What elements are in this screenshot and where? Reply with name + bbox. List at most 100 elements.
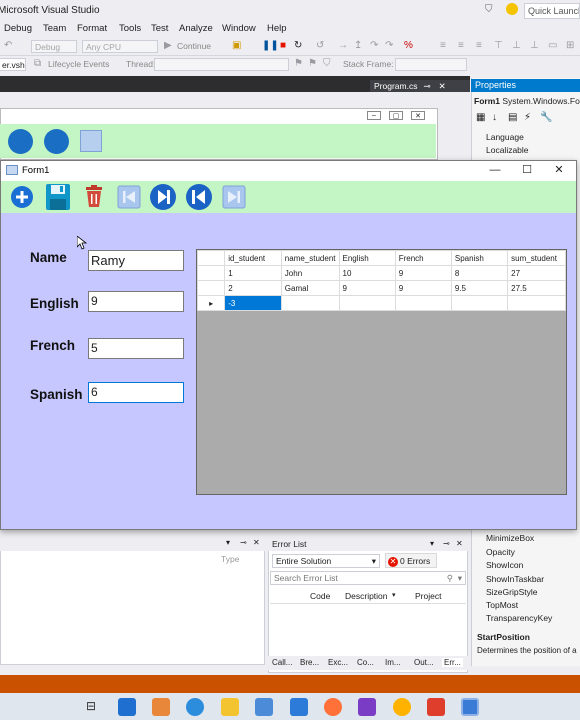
app-icon[interactable] xyxy=(290,698,308,716)
cell-id-student[interactable]: 1 xyxy=(224,265,282,281)
file-explorer-icon[interactable] xyxy=(221,698,239,716)
row-header[interactable] xyxy=(196,280,226,296)
continue-icon[interactable]: ▶ xyxy=(164,40,172,51)
thread-dropdown[interactable] xyxy=(154,58,289,71)
mail-icon[interactable] xyxy=(118,698,136,716)
english-textbox[interactable]: 9 xyxy=(88,291,184,312)
row-header[interactable] xyxy=(196,265,226,281)
menu-test[interactable]: Test xyxy=(151,23,168,34)
filter-icon[interactable]: ⛉ xyxy=(485,4,493,15)
errors-filter-button[interactable]: ✕ 0 Errors xyxy=(385,553,437,568)
cell-spanish[interactable]: 9.5 xyxy=(450,280,509,296)
alphabetical-icon[interactable]: ↓ xyxy=(492,112,497,123)
stack-frame-dropdown[interactable] xyxy=(395,58,467,71)
column-description[interactable]: Description xyxy=(345,591,388,601)
name-textbox[interactable]: Ramy xyxy=(88,250,184,271)
platform-dropdown[interactable]: Any CPU xyxy=(82,40,158,53)
column-sum-student[interactable]: sum_student xyxy=(507,250,566,266)
restart-icon[interactable]: ↻ xyxy=(294,40,302,51)
error-list-dropdown-icon[interactable]: ▾ xyxy=(430,539,434,548)
events-icon[interactable]: ⚡ xyxy=(524,112,531,123)
grid-icon[interactable]: ⊞ xyxy=(566,40,574,51)
menu-format[interactable]: Format xyxy=(77,23,107,34)
tab-breakpoints[interactable]: Bre... xyxy=(300,658,319,667)
error-list-pin-icon[interactable]: ⊸ xyxy=(443,539,450,548)
delete-icon[interactable] xyxy=(83,184,105,210)
align-right-icon[interactable]: ≡ xyxy=(476,40,482,51)
error-list-close-icon[interactable]: ✕ xyxy=(456,539,463,548)
prop-localizable[interactable]: Localizable xyxy=(486,145,529,155)
minimize-button[interactable]: — xyxy=(480,162,510,178)
menu-help[interactable]: Help xyxy=(267,23,287,34)
tab-exception-settings[interactable]: Exc... xyxy=(328,658,348,667)
save-icon[interactable] xyxy=(45,183,71,213)
properties-object-selector[interactable]: Form1 System.Windows.Fo xyxy=(474,96,580,106)
lifecycle-events-button[interactable]: Lifecycle Events xyxy=(48,59,109,69)
column-name-student[interactable]: name_student xyxy=(280,250,340,266)
type-column-header[interactable]: Type xyxy=(221,554,239,564)
cell-sum-student[interactable]: 27.5 xyxy=(507,280,566,296)
menu-tools[interactable]: Tools xyxy=(119,23,141,34)
tab-error-list[interactable]: Err... xyxy=(442,658,463,667)
menu-team[interactable]: Team xyxy=(43,23,66,34)
prop-topmost[interactable]: TopMost xyxy=(486,600,518,610)
search-icon[interactable]: ⚲ xyxy=(447,573,453,584)
continue-button[interactable]: Continue xyxy=(177,41,211,51)
align-top-icon[interactable]: ⊤ xyxy=(494,40,503,51)
cell-english[interactable]: 9 xyxy=(338,280,396,296)
tab-call-stack[interactable]: Call... xyxy=(272,658,292,667)
error-scope-dropdown[interactable]: Entire Solution ▾ xyxy=(272,554,380,568)
feedback-smiley-icon[interactable] xyxy=(506,3,518,15)
cell-sum-student[interactable] xyxy=(507,295,566,311)
cell-name-student[interactable]: Gamal xyxy=(280,280,340,296)
prop-showintaskbar[interactable]: ShowInTaskbar xyxy=(486,574,544,584)
cell-english[interactable] xyxy=(338,295,396,311)
students-datagrid[interactable]: id_student name_student English French S… xyxy=(196,249,567,495)
cell-french[interactable] xyxy=(394,295,452,311)
cell-french[interactable]: 9 xyxy=(394,280,452,296)
table-row[interactable]: 1 John 10 9 8 27 xyxy=(196,265,566,281)
cell-id-student-selected[interactable]: -3 xyxy=(224,295,282,311)
office-icon[interactable] xyxy=(152,698,170,716)
menu-debug[interactable]: Debug xyxy=(4,23,32,34)
prop-transparencykey[interactable]: TransparencyKey xyxy=(486,613,552,623)
tab-command-window[interactable]: Co... xyxy=(357,658,374,667)
form-app-icon[interactable] xyxy=(461,698,479,716)
spanish-textbox[interactable]: 6 xyxy=(88,382,184,403)
previous-record-icon[interactable] xyxy=(185,183,213,213)
menu-analyze[interactable]: Analyze xyxy=(179,23,213,34)
french-textbox[interactable]: 5 xyxy=(88,338,184,359)
store-icon[interactable] xyxy=(255,698,273,716)
align-left-icon[interactable]: ≡ xyxy=(440,40,446,51)
snip-tool-icon[interactable] xyxy=(393,698,411,716)
pin-icon[interactable]: ⊸ xyxy=(423,81,430,91)
cell-name-student[interactable] xyxy=(280,295,340,311)
current-row-indicator-icon[interactable]: ▸ xyxy=(196,295,226,311)
pause-icon[interactable]: ❚❚ xyxy=(262,40,279,51)
step-into-icon[interactable]: → xyxy=(338,40,348,51)
prop-opacity[interactable]: Opacity xyxy=(486,547,515,557)
same-size-icon[interactable]: ▭ xyxy=(548,40,557,51)
table-row-new[interactable]: ▸ -3 xyxy=(196,295,566,311)
stop-icon[interactable]: ■ xyxy=(280,40,286,51)
output-dropdown-icon[interactable]: ▾ xyxy=(226,538,230,547)
column-description-sort-icon[interactable]: ▾ xyxy=(392,591,396,599)
cell-spanish[interactable] xyxy=(450,295,509,311)
tab-output[interactable]: Out... xyxy=(414,658,434,667)
column-code[interactable]: Code xyxy=(310,591,330,601)
toggle-flag-icon[interactable]: ⚑ xyxy=(294,58,303,69)
align-middle-icon[interactable]: ⊥ xyxy=(512,40,521,51)
task-view-icon[interactable]: ⊟ xyxy=(86,699,96,713)
step-back-icon[interactable]: ↷ xyxy=(385,40,393,51)
properties-icon[interactable]: ▤ xyxy=(508,112,517,123)
categorized-icon[interactable]: ▦ xyxy=(476,112,485,123)
prop-language[interactable]: Language xyxy=(486,132,524,142)
config-dropdown[interactable]: Debug xyxy=(31,40,77,53)
edge-icon[interactable] xyxy=(186,698,204,716)
tab-close-icon[interactable]: ✕ xyxy=(439,81,446,91)
cell-sum-student[interactable]: 27 xyxy=(507,265,566,281)
prop-showicon[interactable]: ShowIcon xyxy=(486,560,523,570)
align-center-icon[interactable]: ≡ xyxy=(458,40,464,51)
filter-threads-icon[interactable]: ⛉ xyxy=(323,58,331,69)
cell-spanish[interactable]: 8 xyxy=(450,265,509,281)
